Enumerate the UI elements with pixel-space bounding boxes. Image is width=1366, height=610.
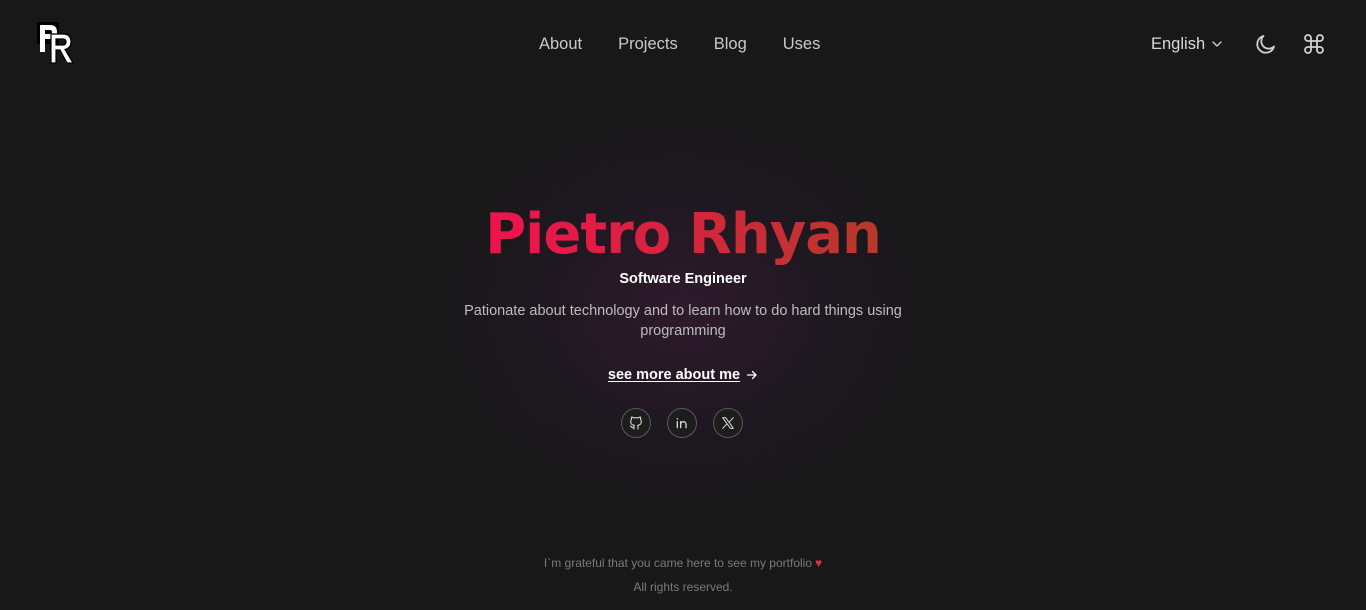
- site-header: About Projects Blog Uses English: [0, 0, 1366, 88]
- moon-icon: [1256, 35, 1275, 54]
- language-label: English: [1151, 35, 1206, 53]
- heart-icon: ♥: [815, 556, 823, 570]
- command-menu-button[interactable]: [1302, 32, 1326, 56]
- about-link-row: see more about me: [0, 366, 1366, 384]
- pr-logo-icon: [37, 22, 75, 64]
- github-icon: [629, 416, 642, 430]
- nav-about[interactable]: About: [539, 34, 582, 54]
- chevron-down-icon: [1212, 41, 1222, 47]
- x-link[interactable]: [713, 408, 743, 438]
- footer-rights: All rights reserved.: [633, 580, 733, 594]
- nav-uses[interactable]: Uses: [783, 34, 821, 54]
- logo[interactable]: [37, 22, 81, 66]
- footer-message: I`m grateful that you came here to see m…: [543, 556, 812, 570]
- github-link[interactable]: [621, 408, 651, 438]
- hero-description: Pationate about technology and to learn …: [464, 303, 902, 339]
- theme-toggle-button[interactable]: [1254, 32, 1278, 56]
- x-icon: [722, 417, 734, 429]
- hero-role: Software Engineer: [619, 271, 747, 287]
- arrow-right-icon: [746, 370, 757, 380]
- page: About Projects Blog Uses English Pietro …: [0, 0, 1366, 610]
- language-select[interactable]: English: [1151, 34, 1223, 54]
- command-icon: [1304, 34, 1324, 54]
- hero-name: Pietro Rhyan: [0, 199, 1366, 271]
- main-nav: About Projects Blog Uses: [539, 34, 820, 54]
- nav-projects[interactable]: Projects: [618, 34, 678, 54]
- hero-name-text: Pietro Rhyan: [485, 202, 882, 267]
- social-links: [621, 408, 743, 438]
- linkedin-link[interactable]: [667, 408, 697, 438]
- see-more-about-me-link[interactable]: see more about me: [608, 366, 740, 384]
- nav-blog[interactable]: Blog: [714, 34, 747, 54]
- linkedin-icon: [676, 418, 687, 429]
- footer-message-row: I`m grateful that you came here to see m…: [0, 555, 1366, 571]
